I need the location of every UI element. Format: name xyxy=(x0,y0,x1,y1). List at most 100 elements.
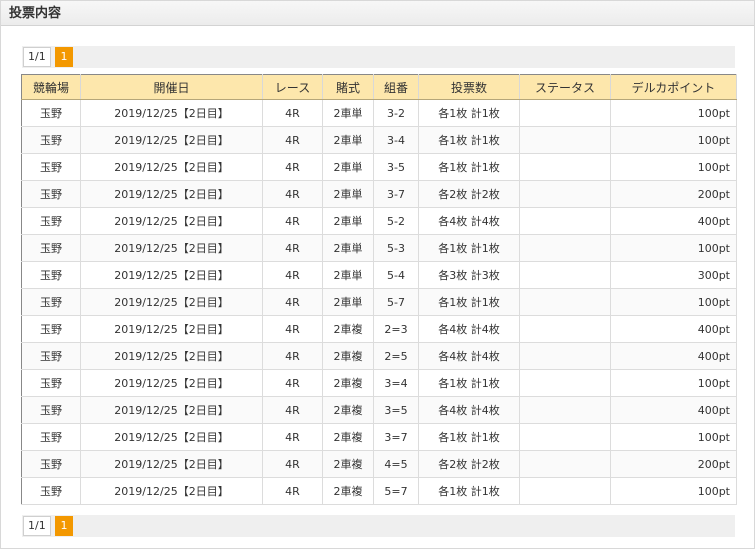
date-cell: 2019/12/25【2日目】 xyxy=(80,207,263,235)
date-cell: 2019/12/25【2日目】 xyxy=(80,288,263,316)
combination-cell: 3=4 xyxy=(373,369,419,397)
race-cell: 4R xyxy=(262,369,323,397)
points-cell: 100pt xyxy=(610,234,737,262)
bet-type-cell: 2車複 xyxy=(322,315,374,343)
venue-cell: 玉野 xyxy=(21,288,81,316)
bet-type-cell: 2車単 xyxy=(322,126,374,154)
race-cell: 4R xyxy=(262,315,323,343)
table-row: 玉野 2019/12/25【2日目】 4R 2車複 2=3 各4枚 計4枚 400pt xyxy=(21,315,737,343)
date-cell: 2019/12/25【2日目】 xyxy=(80,396,263,424)
race-cell: 4R xyxy=(262,288,323,316)
race-cell: 4R xyxy=(262,99,323,127)
race-cell: 4R xyxy=(262,180,323,208)
pager-bottom: 1/1 1 xyxy=(22,515,735,537)
venue-cell: 玉野 xyxy=(21,99,81,127)
points-cell: 100pt xyxy=(610,288,737,316)
table-header-row: 競輪場 開催日 レース 賭式 組番 投票数 ステータス デルカポイント xyxy=(21,74,737,100)
status-cell xyxy=(519,180,611,208)
table-row: 玉野 2019/12/25【2日目】 4R 2車複 3=4 各1枚 計1枚 100pt xyxy=(21,369,737,397)
race-cell: 4R xyxy=(262,450,323,478)
points-cell: 200pt xyxy=(610,450,737,478)
column-header-combination: 組番 xyxy=(373,74,419,100)
table-row: 玉野 2019/12/25【2日目】 4R 2車単 3-4 各1枚 計1枚 100pt xyxy=(21,126,737,154)
ticket-count-cell: 各1枚 計1枚 xyxy=(418,153,520,181)
points-cell: 400pt xyxy=(610,315,737,343)
pager-page-button[interactable]: 1 xyxy=(55,516,73,536)
combination-cell: 5=7 xyxy=(373,477,419,505)
date-cell: 2019/12/25【2日目】 xyxy=(80,450,263,478)
date-cell: 2019/12/25【2日目】 xyxy=(80,153,263,181)
status-cell xyxy=(519,153,611,181)
venue-cell: 玉野 xyxy=(21,207,81,235)
status-cell xyxy=(519,369,611,397)
status-cell xyxy=(519,288,611,316)
bet-type-cell: 2車単 xyxy=(322,153,374,181)
race-cell: 4R xyxy=(262,207,323,235)
status-cell xyxy=(519,450,611,478)
ticket-count-cell: 各1枚 計1枚 xyxy=(418,126,520,154)
date-cell: 2019/12/25【2日目】 xyxy=(80,315,263,343)
combination-cell: 4=5 xyxy=(373,450,419,478)
race-cell: 4R xyxy=(262,342,323,370)
column-header-status: ステータス xyxy=(519,74,611,100)
points-cell: 100pt xyxy=(610,153,737,181)
table-row: 玉野 2019/12/25【2日目】 4R 2車複 3=7 各1枚 計1枚 100pt xyxy=(21,423,737,451)
table-row: 玉野 2019/12/25【2日目】 4R 2車複 5=7 各1枚 計1枚 100pt xyxy=(21,477,737,505)
table-row: 玉野 2019/12/25【2日目】 4R 2車複 4=5 各2枚 計2枚 200pt xyxy=(21,450,737,478)
column-header-bet-type: 賭式 xyxy=(322,74,374,100)
ticket-count-cell: 各4枚 計4枚 xyxy=(418,315,520,343)
column-header-race: レース xyxy=(262,74,323,100)
venue-cell: 玉野 xyxy=(21,234,81,262)
status-cell xyxy=(519,234,611,262)
ticket-count-cell: 各2枚 計2枚 xyxy=(418,180,520,208)
bet-type-cell: 2車単 xyxy=(322,261,374,289)
points-cell: 400pt xyxy=(610,207,737,235)
status-cell xyxy=(519,261,611,289)
points-cell: 400pt xyxy=(610,396,737,424)
bets-table: 競輪場 開催日 レース 賭式 組番 投票数 ステータス デルカポイント 玉野 20… xyxy=(21,74,737,505)
points-cell: 300pt xyxy=(610,261,737,289)
venue-cell: 玉野 xyxy=(21,126,81,154)
column-header-date: 開催日 xyxy=(80,74,263,100)
ticket-count-cell: 各1枚 計1枚 xyxy=(418,477,520,505)
table-row: 玉野 2019/12/25【2日目】 4R 2車単 3-2 各1枚 計1枚 100pt xyxy=(21,99,737,127)
venue-cell: 玉野 xyxy=(21,153,81,181)
venue-cell: 玉野 xyxy=(21,450,81,478)
pager-page-button[interactable]: 1 xyxy=(55,47,73,67)
combination-cell: 3-5 xyxy=(373,153,419,181)
status-cell xyxy=(519,207,611,235)
combination-cell: 3=5 xyxy=(373,396,419,424)
status-cell xyxy=(519,423,611,451)
table-row: 玉野 2019/12/25【2日目】 4R 2車単 5-3 各1枚 計1枚 100pt xyxy=(21,234,737,262)
race-cell: 4R xyxy=(262,234,323,262)
date-cell: 2019/12/25【2日目】 xyxy=(80,261,263,289)
column-header-ticket-count: 投票数 xyxy=(418,74,520,100)
column-header-points: デルカポイント xyxy=(610,74,737,100)
bet-type-cell: 2車複 xyxy=(322,423,374,451)
status-cell xyxy=(519,342,611,370)
bet-type-cell: 2車単 xyxy=(322,288,374,316)
race-cell: 4R xyxy=(262,477,323,505)
ticket-count-cell: 各4枚 計4枚 xyxy=(418,207,520,235)
venue-cell: 玉野 xyxy=(21,423,81,451)
race-cell: 4R xyxy=(262,423,323,451)
table-row: 玉野 2019/12/25【2日目】 4R 2車単 5-4 各3枚 計3枚 300pt xyxy=(21,261,737,289)
status-cell xyxy=(519,315,611,343)
ticket-count-cell: 各4枚 計4枚 xyxy=(418,396,520,424)
combination-cell: 5-3 xyxy=(373,234,419,262)
ticket-count-cell: 各3枚 計3枚 xyxy=(418,261,520,289)
ticket-count-cell: 各1枚 計1枚 xyxy=(418,99,520,127)
venue-cell: 玉野 xyxy=(21,315,81,343)
status-cell xyxy=(519,126,611,154)
date-cell: 2019/12/25【2日目】 xyxy=(80,126,263,154)
bet-type-cell: 2車単 xyxy=(322,180,374,208)
race-cell: 4R xyxy=(262,126,323,154)
points-cell: 200pt xyxy=(610,180,737,208)
bet-type-cell: 2車複 xyxy=(322,477,374,505)
pager-top: 1/1 1 xyxy=(22,46,735,68)
table-row: 玉野 2019/12/25【2日目】 4R 2車複 3=5 各4枚 計4枚 400pt xyxy=(21,396,737,424)
combination-cell: 3-7 xyxy=(373,180,419,208)
table-row: 玉野 2019/12/25【2日目】 4R 2車単 5-2 各4枚 計4枚 400pt xyxy=(21,207,737,235)
venue-cell: 玉野 xyxy=(21,477,81,505)
combination-cell: 3-4 xyxy=(373,126,419,154)
